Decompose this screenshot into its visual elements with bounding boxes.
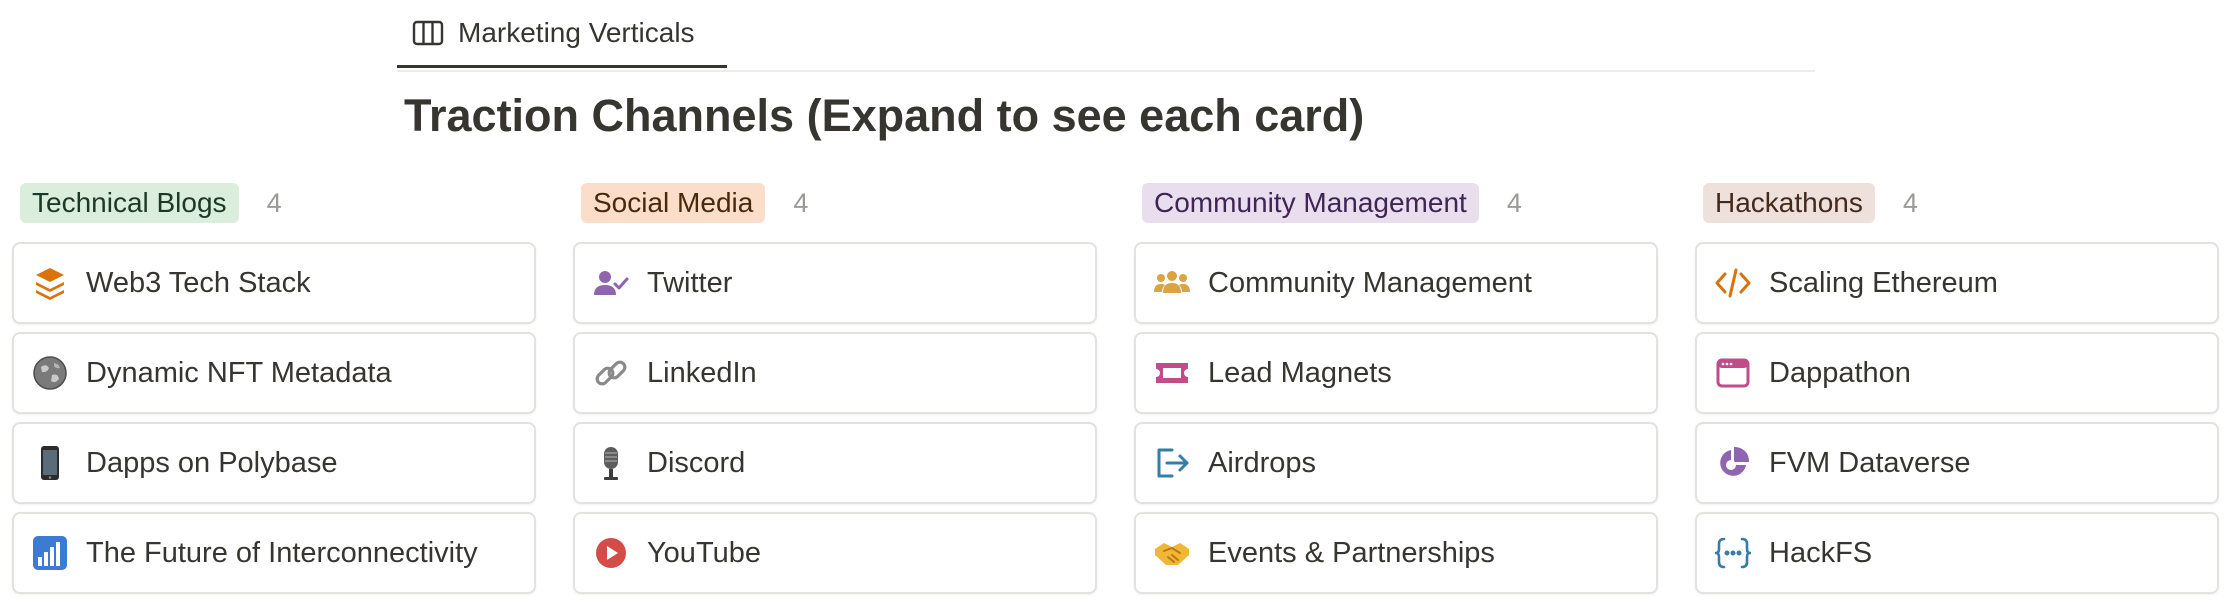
card-title: Airdrops bbox=[1208, 446, 1316, 479]
column-header: Technical Blogs 4 bbox=[20, 182, 538, 224]
user-check-icon bbox=[593, 265, 629, 301]
card-title: Lead Magnets bbox=[1208, 356, 1392, 389]
card-web3-tech-stack[interactable]: Web3 Tech Stack bbox=[12, 242, 536, 324]
exit-arrow-icon bbox=[1154, 445, 1190, 481]
card-lead-magnets[interactable]: Lead Magnets bbox=[1134, 332, 1658, 414]
card-discord[interactable]: Discord bbox=[573, 422, 1097, 504]
group-tag[interactable]: Technical Blogs bbox=[20, 183, 239, 223]
card-fvm-dataverse[interactable]: FVM Dataverse bbox=[1695, 422, 2219, 504]
card-title: Scaling Ethereum bbox=[1769, 266, 1998, 299]
page-title: Traction Channels (Expand to see each ca… bbox=[404, 90, 1365, 141]
card-youtube[interactable]: YouTube bbox=[573, 512, 1097, 594]
card-dapps-on-polybase[interactable]: Dapps on Polybase bbox=[12, 422, 536, 504]
board-column-social-media: Social Media 4 Twitter LinkedIn Discord … bbox=[573, 182, 1099, 594]
card-title: Community Management bbox=[1208, 266, 1532, 299]
column-header: Hackathons 4 bbox=[1703, 182, 2221, 224]
ticket-icon bbox=[1154, 355, 1190, 391]
card-scaling-ethereum[interactable]: Scaling Ethereum bbox=[1695, 242, 2219, 324]
group-count: 4 bbox=[266, 187, 282, 218]
card-dappathon[interactable]: Dappathon bbox=[1695, 332, 2219, 414]
group-count: 4 bbox=[1902, 187, 1918, 218]
card-title: Events & Partnerships bbox=[1208, 536, 1495, 569]
view-tab-bar: Marketing Verticals bbox=[397, 0, 1815, 72]
card-hackfs[interactable]: HackFS bbox=[1695, 512, 2219, 594]
card-community-management[interactable]: Community Management bbox=[1134, 242, 1658, 324]
card-title: YouTube bbox=[647, 536, 761, 569]
code-icon bbox=[1715, 265, 1751, 301]
card-title: Dappathon bbox=[1769, 356, 1911, 389]
card-events-partnerships[interactable]: Events & Partnerships bbox=[1134, 512, 1658, 594]
group-tag[interactable]: Hackathons bbox=[1703, 183, 1875, 223]
card-title: Web3 Tech Stack bbox=[86, 266, 311, 299]
pie-chart-icon bbox=[1715, 445, 1751, 481]
card-title: Dynamic NFT Metadata bbox=[86, 356, 392, 389]
column-header: Social Media 4 bbox=[581, 182, 1099, 224]
people-group-icon bbox=[1154, 265, 1190, 301]
globe-emoji-icon bbox=[32, 355, 68, 391]
card-title: Discord bbox=[647, 446, 746, 479]
group-tag[interactable]: Community Management bbox=[1142, 183, 1479, 223]
browser-window-icon bbox=[1715, 355, 1751, 391]
card-title: The Future of Interconnectivity bbox=[86, 536, 478, 569]
card-future-of-interconnectivity[interactable]: The Future of Interconnectivity bbox=[12, 512, 536, 594]
group-count: 4 bbox=[793, 187, 809, 218]
card-title: HackFS bbox=[1769, 536, 1873, 569]
column-header: Community Management 4 bbox=[1142, 182, 1660, 224]
play-circle-icon bbox=[593, 535, 629, 571]
card-linkedin[interactable]: LinkedIn bbox=[573, 332, 1097, 414]
braces-icon bbox=[1715, 535, 1751, 571]
link-emoji-icon bbox=[593, 355, 629, 391]
group-count: 4 bbox=[1506, 187, 1522, 218]
mobile-phone-emoji-icon bbox=[32, 445, 68, 481]
card-dynamic-nft-metadata[interactable]: Dynamic NFT Metadata bbox=[12, 332, 536, 414]
microphone-emoji-icon bbox=[593, 445, 629, 481]
tab-label: Marketing Verticals bbox=[458, 16, 695, 48]
board-columns-icon bbox=[412, 20, 444, 45]
card-title: Twitter bbox=[647, 266, 733, 299]
board-column-technical-blogs: Technical Blogs 4 Web3 Tech Stack Dynami… bbox=[12, 182, 538, 594]
board-column-community-management: Community Management 4 Community Managem… bbox=[1134, 182, 1660, 594]
board-column-hackathons: Hackathons 4 Scaling Ethereum Dappathon … bbox=[1695, 182, 2221, 594]
card-twitter[interactable]: Twitter bbox=[573, 242, 1097, 324]
layers-icon bbox=[32, 265, 68, 301]
tab-marketing-verticals[interactable]: Marketing Verticals bbox=[397, 0, 727, 68]
card-title: Dapps on Polybase bbox=[86, 446, 338, 479]
card-airdrops[interactable]: Airdrops bbox=[1134, 422, 1658, 504]
group-tag[interactable]: Social Media bbox=[581, 183, 766, 223]
bar-chart-emoji-icon bbox=[32, 535, 68, 571]
card-title: FVM Dataverse bbox=[1769, 446, 1971, 479]
handshake-emoji-icon bbox=[1154, 535, 1190, 571]
card-title: LinkedIn bbox=[647, 356, 757, 389]
